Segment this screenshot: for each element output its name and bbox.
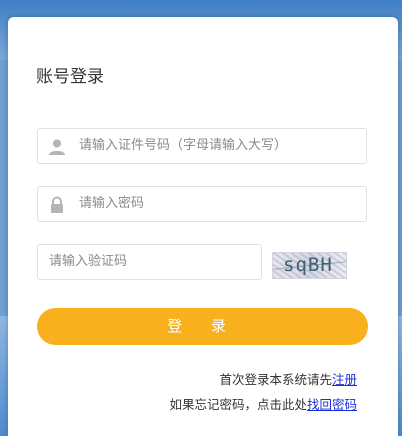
password-field[interactable]: 请输入密码 [37, 186, 367, 222]
user-icon [49, 139, 65, 155]
lock-icon [51, 196, 63, 213]
register-note: 首次登录本系统请先注册 [219, 369, 357, 388]
login-title: 账号登录 [36, 67, 104, 87]
forgot-password-note: 如果忘记密码，点击此处找回密码 [169, 394, 357, 413]
register-prompt: 首次登录本系统请先 [219, 372, 332, 387]
id-number-placeholder: 请输入证件号码（字母请输入大写） [79, 138, 288, 153]
captcha-placeholder: 请输入验证码 [49, 254, 128, 269]
id-number-field[interactable]: 请输入证件号码（字母请输入大写） [37, 128, 367, 164]
register-link[interactable]: 注册 [332, 372, 357, 387]
forgot-password-link[interactable]: 找回密码 [307, 397, 357, 412]
login-button[interactable]: 登 录 [37, 308, 368, 345]
captcha-image[interactable]: sqBH [272, 252, 347, 279]
password-placeholder: 请输入密码 [79, 196, 145, 211]
forgot-prompt: 如果忘记密码，点击此处 [169, 397, 307, 412]
captcha-image-text: sqBH [283, 254, 333, 276]
captcha-input[interactable]: 请输入验证码 [37, 244, 262, 280]
login-card: 账号登录 请输入证件号码（字母请输入大写） 请输入密码 请输入验证码 sqBH … [8, 17, 398, 436]
